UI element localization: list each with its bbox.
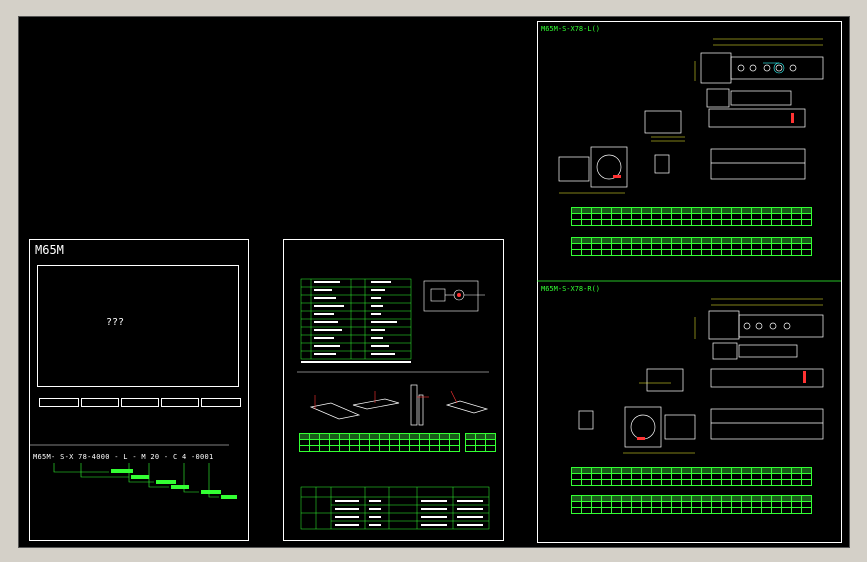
right-bottom-table-2 (571, 495, 812, 514)
cad-canvas[interactable]: M65M ??? M65M- S-X 78-4000 - L - M 20 - … (18, 16, 850, 548)
right-bottom-table-1 (571, 467, 812, 486)
